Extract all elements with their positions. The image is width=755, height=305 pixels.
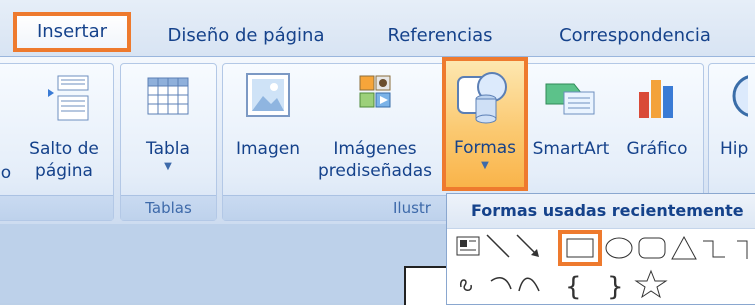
clip-art-button[interactable]: Imágenes prediseñadas — [312, 68, 438, 188]
tab-diseno-de-pagina[interactable]: Diseño de página — [152, 19, 340, 53]
rounded-rectangle-icon[interactable] — [638, 237, 666, 259]
chart-icon — [639, 80, 673, 118]
curve-icon[interactable] — [490, 276, 512, 290]
svg-text:{: { — [565, 272, 582, 302]
page-break-label-1: Salto de — [29, 139, 99, 159]
arrow-icon[interactable] — [516, 234, 539, 257]
text-box-icon[interactable] — [456, 236, 480, 256]
picture-label: Imagen — [235, 139, 300, 159]
triangle-icon[interactable] — [671, 235, 697, 260]
smartart-button[interactable]: SmartArt — [528, 68, 614, 188]
right-brace-icon[interactable]: } — [607, 272, 624, 302]
tab-insertar[interactable]: Insertar — [13, 12, 131, 52]
group-tablas-label: Tablas — [121, 195, 216, 220]
smartart-label: SmartArt — [532, 139, 610, 159]
line-icon[interactable] — [486, 234, 510, 258]
clip-art-icon — [359, 75, 391, 108]
tab-correspondencia[interactable]: Correspondencia — [540, 19, 730, 53]
left-brace-icon[interactable]: { — [565, 272, 582, 302]
hyperlink-label: Hip — [720, 139, 749, 159]
table-button[interactable]: Tabla ▼ — [130, 68, 206, 188]
tab-referencias[interactable]: Referencias — [375, 19, 505, 53]
picture-icon — [246, 73, 290, 117]
document-area — [0, 224, 446, 303]
oval-icon[interactable] — [605, 237, 633, 259]
recent-shapes-heading: Formas usadas recientemente — [447, 194, 755, 229]
hyperlink-icon — [732, 74, 755, 118]
elbow-arrow-icon[interactable] — [737, 240, 748, 259]
shapes-icon — [457, 72, 507, 124]
page-break-label-2: página — [35, 161, 93, 181]
star-icon[interactable] — [634, 269, 668, 299]
hyperlink-button[interactable]: Hip — [708, 68, 755, 188]
group-paginas-label — [0, 195, 113, 220]
elbow-connector-icon[interactable] — [703, 240, 725, 258]
arc-icon[interactable] — [518, 277, 540, 292]
table-dropdown-icon: ▼ — [164, 161, 172, 172]
svg-text:}: } — [607, 272, 624, 302]
clip-art-label-2: prediseñadas — [318, 161, 432, 181]
page-break-icon — [48, 75, 89, 121]
shapes-label: Formas — [453, 138, 517, 158]
ribbon-tab-bar: Insertar Diseño de página Referencias Co… — [0, 0, 755, 56]
shapes-dropdown-panel: Formas usadas recientemente {} — [446, 193, 755, 305]
table-icon — [147, 77, 189, 115]
recent-shapes-grid: { } — [456, 230, 748, 302]
clip-art-label-1: Imágenes — [333, 139, 417, 159]
document-page — [404, 266, 448, 305]
page-break-button[interactable]: Salto de página — [18, 68, 110, 188]
rectangle-icon[interactable] — [558, 230, 602, 266]
shapes-button[interactable]: Formas ▼ — [442, 57, 528, 191]
freeform-icon[interactable] — [460, 279, 472, 291]
picture-button[interactable]: Imagen — [228, 68, 308, 188]
clipped-label: o — [0, 163, 12, 183]
table-label: Tabla — [146, 139, 190, 159]
chart-button[interactable]: Gráfico — [616, 68, 698, 188]
shapes-dropdown-icon: ▼ — [481, 160, 489, 171]
chart-label: Gráfico — [626, 139, 688, 159]
smartart-icon — [545, 83, 595, 115]
